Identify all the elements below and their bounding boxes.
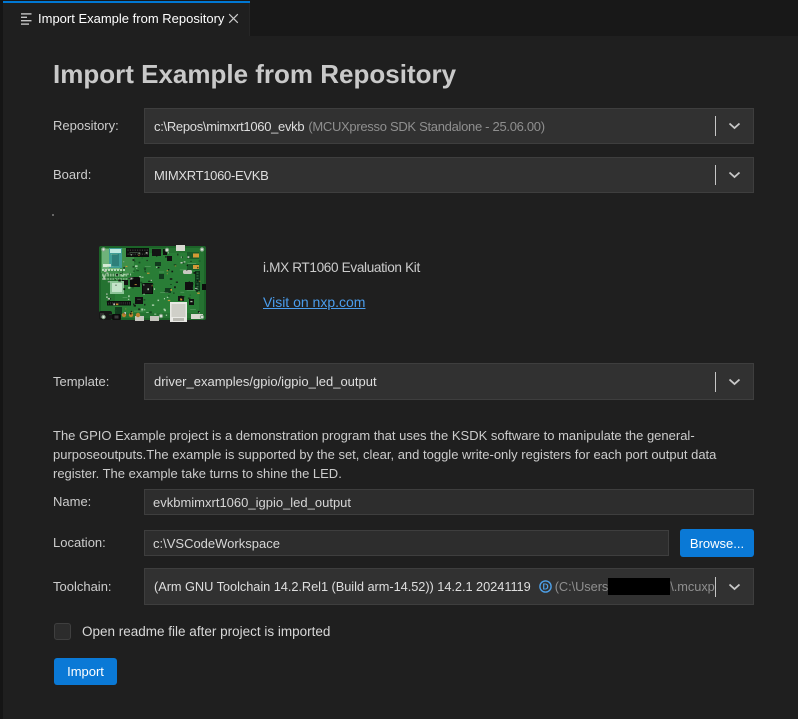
svg-text:D: D — [542, 582, 548, 592]
